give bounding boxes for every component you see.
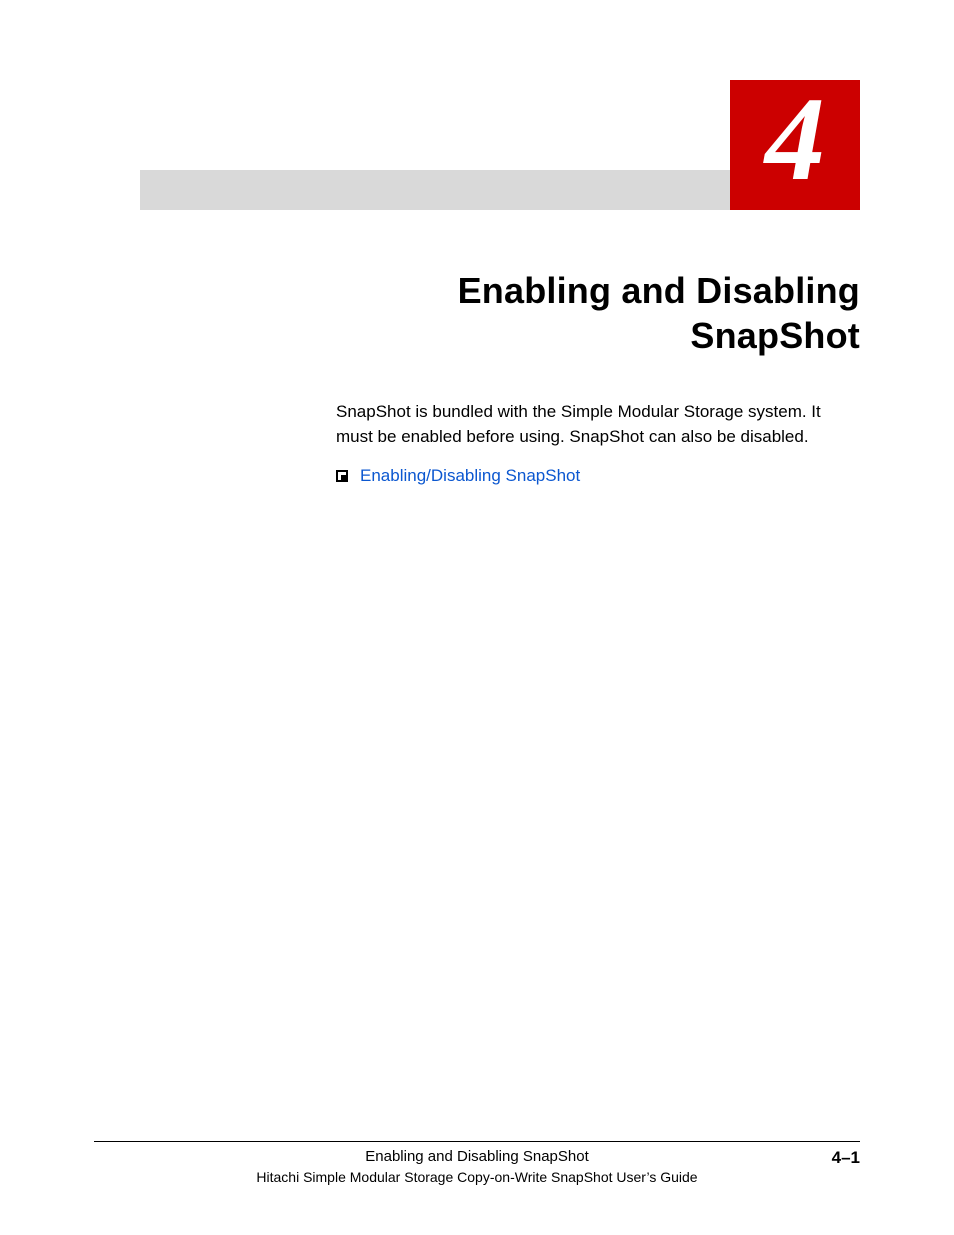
bullet-icon [336, 470, 348, 482]
document-page: 4 Enabling and Disabling SnapShot SnapSh… [0, 0, 954, 1235]
footer-section-title: Enabling and Disabling SnapShot [365, 1148, 589, 1165]
footer-line-1: Enabling and Disabling SnapShot 4–1 [94, 1148, 860, 1165]
toc-item: Enabling/Disabling SnapShot [336, 466, 860, 486]
chapter-title-line2: SnapShot [690, 315, 860, 356]
chapter-title: Enabling and Disabling SnapShot [330, 268, 860, 358]
toc-list: Enabling/Disabling SnapShot [336, 466, 860, 486]
intro-paragraph: SnapShot is bundled with the Simple Modu… [336, 400, 860, 449]
chapter-number: 4 [765, 79, 825, 199]
page-footer: Enabling and Disabling SnapShot 4–1 Hita… [94, 1141, 860, 1185]
chapter-number-box: 4 [730, 80, 860, 210]
footer-rule [94, 1141, 860, 1142]
footer-page-number: 4–1 [832, 1148, 860, 1168]
toc-link-enabling-disabling-snapshot[interactable]: Enabling/Disabling SnapShot [360, 466, 580, 486]
chapter-title-line1: Enabling and Disabling [458, 270, 860, 311]
footer-guide-title: Hitachi Simple Modular Storage Copy-on-W… [94, 1169, 860, 1185]
